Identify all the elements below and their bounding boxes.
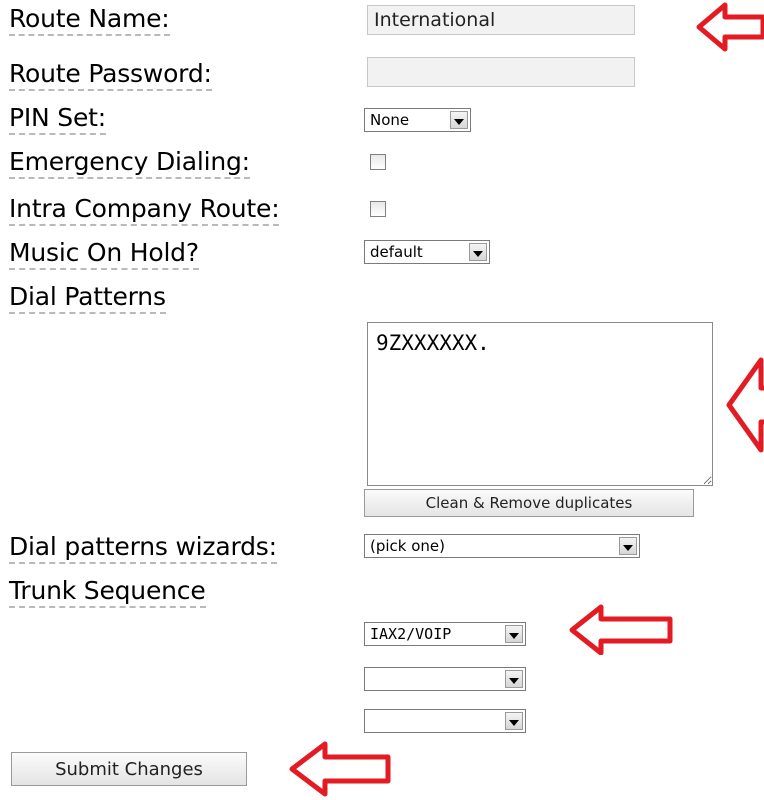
dial-patterns-textarea[interactable]: 9ZXXXXXX. <box>367 322 713 486</box>
pin-set-select[interactable]: None <box>364 108 471 132</box>
chevron-down-icon <box>505 712 523 730</box>
chevron-down-icon <box>469 243 487 261</box>
music-on-hold-label: Music On Hold? <box>9 238 199 270</box>
clean-remove-duplicates-button[interactable]: Clean & Remove duplicates <box>364 489 694 517</box>
emergency-dialing-checkbox[interactable] <box>370 154 386 170</box>
intra-company-route-label: Intra Company Route: <box>9 194 280 226</box>
chevron-down-icon <box>450 111 468 129</box>
dial-patterns-wizards-select[interactable]: (pick one) <box>364 534 640 558</box>
pin-set-label: PIN Set: <box>9 103 106 135</box>
chevron-down-icon <box>505 625 523 643</box>
arrow-dial-patterns <box>726 357 764 453</box>
route-password-input[interactable] <box>367 57 635 87</box>
dial-patterns-label: Dial Patterns <box>9 282 166 314</box>
dial-patterns-wizards-value: (pick one) <box>370 537 446 555</box>
submit-changes-button[interactable]: Submit Changes <box>11 752 247 786</box>
trunk-select-3[interactable] <box>364 709 526 733</box>
arrow-trunk-sequence <box>569 604 673 655</box>
chevron-down-icon <box>619 537 637 555</box>
dial-patterns-wizards-label: Dial patterns wizards: <box>9 532 277 564</box>
route-name-input[interactable] <box>367 5 635 35</box>
intra-company-route-checkbox[interactable] <box>370 201 386 217</box>
chevron-down-icon <box>505 670 523 688</box>
music-on-hold-value: default <box>370 243 423 261</box>
trunk-sequence-label: Trunk Sequence <box>9 576 206 608</box>
trunk-1-value: IAX2/VOIP <box>370 625 452 643</box>
trunk-select-1[interactable]: IAX2/VOIP <box>364 622 526 646</box>
arrow-submit <box>289 741 391 797</box>
route-name-label: Route Name: <box>9 4 170 36</box>
trunk-select-2[interactable] <box>364 667 526 691</box>
pin-set-value: None <box>370 111 410 129</box>
emergency-dialing-label: Emergency Dialing: <box>9 147 250 179</box>
music-on-hold-select[interactable]: default <box>364 240 490 264</box>
arrow-route-name <box>696 2 764 52</box>
route-password-label: Route Password: <box>9 59 212 91</box>
